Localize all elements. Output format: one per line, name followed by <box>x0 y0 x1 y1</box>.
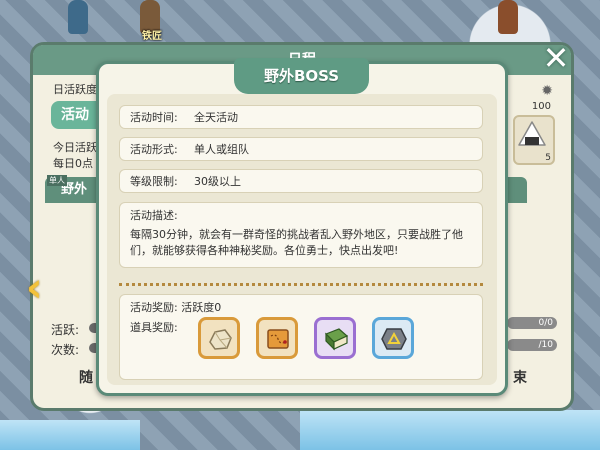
reward-label: 活动奖励: <box>130 301 178 314</box>
reward-value: 活跃度0 <box>181 301 222 314</box>
row-activity-form: 活动形式: 单人或组队 <box>119 137 483 161</box>
row-label: 等级限制: <box>130 175 178 188</box>
end-label: 束 <box>513 370 527 386</box>
prev-arrow-icon[interactable]: ‹ <box>26 268 52 308</box>
ore-item[interactable] <box>198 317 240 359</box>
row-value: 单人或组队 <box>194 143 249 156</box>
reward-box: 活动奖励: 活跃度0 道具奖励: <box>119 294 483 380</box>
rune-stone-item[interactable] <box>372 317 414 359</box>
onigiri-count: 5 <box>545 153 551 163</box>
npc-character-right[interactable] <box>498 0 518 34</box>
activity-label: 日活跃度 <box>53 83 97 96</box>
row-value: 30级以上 <box>194 175 241 188</box>
row-activity-time: 活动时间: 全天活动 <box>119 105 483 129</box>
description-box: 活动描述: 每隔30分钟，就会有一群奇怪的挑战者乱入野外地区，只要战胜了他们，就… <box>119 202 483 268</box>
green-book-icon <box>324 328 349 351</box>
active-label: 活跃: <box>51 323 80 337</box>
right-bar-1: 0/0 <box>507 317 557 329</box>
modal-title: 野外BOSS <box>234 58 369 94</box>
onigiri-icon <box>518 121 546 146</box>
ice-wall <box>300 410 600 450</box>
today-activity-label: 今日活跃 <box>53 141 97 154</box>
row-level-limit: 等级限制: 30级以上 <box>119 169 483 193</box>
close-button[interactable]: ✕ <box>539 41 573 75</box>
row-label: 活动形式: <box>130 143 178 156</box>
green-book-item[interactable] <box>314 317 356 359</box>
rune-stone-icon <box>381 328 407 350</box>
daily-reset-label: 每日0点 <box>53 157 93 170</box>
onigiri-reward-slot[interactable]: 5 <box>513 115 555 165</box>
reward-line: 活动奖励: 活跃度0 <box>130 299 221 315</box>
random-label: 随 <box>79 370 93 386</box>
npc-character-left[interactable] <box>68 0 88 34</box>
row-label: 活动时间: <box>130 111 178 124</box>
gear-icon: ✹ <box>541 83 553 99</box>
description-text: 每隔30分钟，就会有一群奇怪的挑战者乱入野外地区，只要战胜了他们，就能够获得各种… <box>130 228 463 257</box>
ice-wall-left <box>0 420 140 450</box>
count-label: 次数: <box>51 343 80 357</box>
ore-icon <box>209 329 232 350</box>
description-label: 活动描述: <box>130 209 178 222</box>
dotted-divider <box>119 283 483 286</box>
items-label: 道具奖励: <box>130 321 178 334</box>
single-badge: 单人 <box>47 175 67 186</box>
treasure-map-item[interactable] <box>256 317 298 359</box>
npc-blacksmith-label: 铁匠 <box>142 31 162 42</box>
right-bar-2: /10 <box>507 339 557 351</box>
wild-boss-modal: 野外BOSS 活动时间: 全天活动 活动形式: 单人或组队 等级限制: 30级以上 活… <box>96 58 508 396</box>
row-value: 全天活动 <box>194 111 238 124</box>
progress-max: 100 <box>531 101 551 112</box>
treasure-map-icon <box>267 329 289 349</box>
